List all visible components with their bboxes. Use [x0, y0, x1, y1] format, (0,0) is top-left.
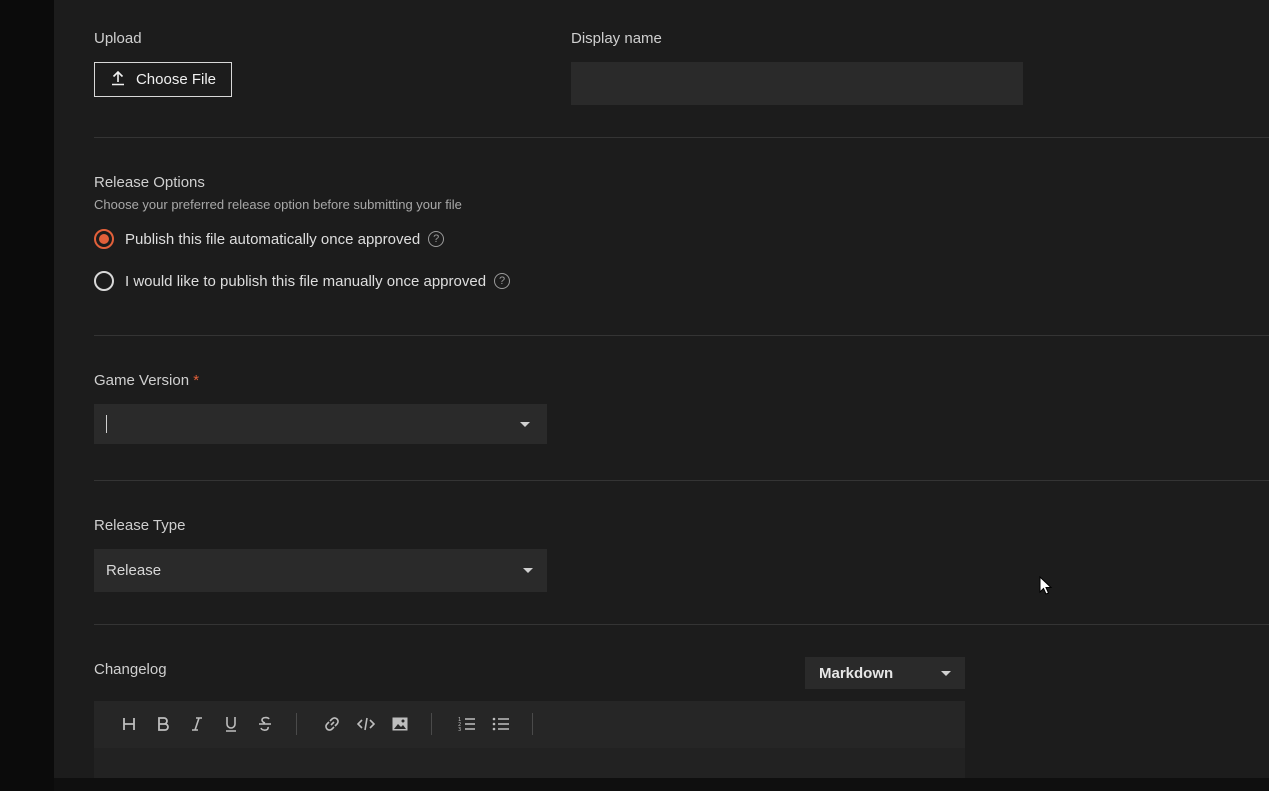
- toolbar-separator: [532, 713, 533, 735]
- changelog-editor[interactable]: [94, 748, 965, 778]
- divider: [94, 624, 1269, 625]
- help-icon[interactable]: ?: [428, 231, 445, 247]
- upload-file-form: Upload Choose File Display name Release …: [54, 0, 1269, 778]
- code-icon[interactable]: [354, 712, 378, 736]
- release-type-value: Release: [106, 562, 162, 579]
- text-cursor: [106, 415, 107, 433]
- radio-option-auto-publish[interactable]: Publish this file automatically once app…: [94, 229, 445, 249]
- divider: [94, 335, 1269, 336]
- editor-toolbar: 123: [94, 701, 965, 749]
- bullet-list-icon[interactable]: [489, 712, 513, 736]
- help-icon[interactable]: ?: [494, 273, 511, 289]
- upload-label: Upload: [94, 30, 142, 47]
- chevron-down-icon[interactable]: [941, 671, 951, 676]
- changelog-label: Changelog: [94, 661, 167, 678]
- display-name-label: Display name: [571, 30, 662, 47]
- radio-button-unchecked[interactable]: [94, 271, 114, 291]
- release-options-label: Release Options: [94, 174, 205, 191]
- game-version-label: Game Version *: [94, 372, 200, 389]
- display-name-input[interactable]: [571, 62, 1023, 105]
- radio-label: I would like to publish this file manual…: [125, 272, 487, 290]
- italic-icon[interactable]: [185, 712, 209, 736]
- ordered-list-icon[interactable]: 123: [455, 712, 479, 736]
- upload-icon: [110, 70, 126, 90]
- choose-file-label: Choose File: [135, 71, 217, 88]
- divider: [94, 480, 1269, 481]
- underline-icon[interactable]: [219, 712, 243, 736]
- release-type-select[interactable]: Release: [94, 549, 547, 592]
- mouse-pointer-icon: [1039, 576, 1053, 595]
- link-icon[interactable]: [320, 712, 344, 736]
- heading-icon[interactable]: [117, 712, 141, 736]
- toolbar-separator: [431, 713, 432, 735]
- divider: [94, 137, 1269, 138]
- chevron-down-icon[interactable]: [520, 422, 530, 427]
- svg-text:3: 3: [458, 727, 461, 733]
- bold-icon[interactable]: [151, 712, 175, 736]
- radio-label: Publish this file automatically once app…: [125, 230, 421, 248]
- release-options-description: Choose your preferred release option bef…: [94, 197, 462, 212]
- image-icon[interactable]: [388, 712, 412, 736]
- radio-option-manual-publish[interactable]: I would like to publish this file manual…: [94, 271, 511, 291]
- bottom-strip: [54, 778, 1269, 791]
- left-gutter: [0, 0, 54, 791]
- radio-button-checked[interactable]: [94, 229, 114, 249]
- format-select[interactable]: Markdown: [805, 657, 965, 689]
- choose-file-button[interactable]: Choose File: [94, 62, 232, 97]
- chevron-down-icon[interactable]: [523, 568, 533, 573]
- release-type-label: Release Type: [94, 517, 186, 534]
- required-marker: *: [193, 372, 200, 389]
- strikethrough-icon[interactable]: [253, 712, 277, 736]
- format-value: Markdown: [819, 664, 894, 682]
- game-version-select[interactable]: [94, 404, 547, 444]
- toolbar-separator: [296, 713, 297, 735]
